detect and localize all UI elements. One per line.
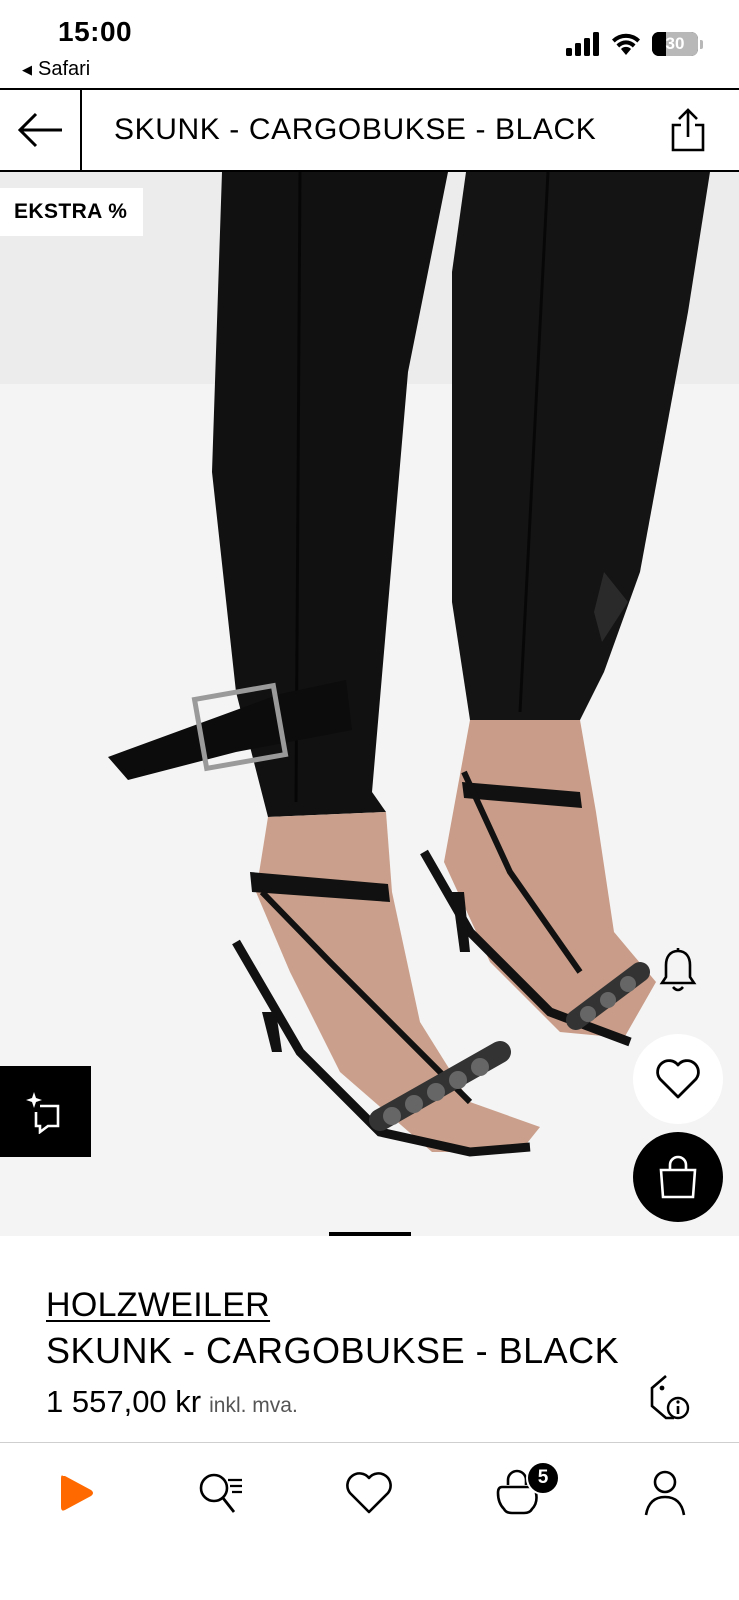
product-info: HOLZWEILER SKUNK - CARGOBUKSE - BLACK 1 … xyxy=(0,1236,739,1442)
product-image-gallery[interactable]: EKSTRA % xyxy=(0,172,739,1236)
cellular-signal-icon xyxy=(566,32,599,56)
search-icon xyxy=(199,1473,242,1513)
sparkle-crop-icon xyxy=(25,1091,59,1134)
bell-icon xyxy=(659,948,697,992)
wishlist-icon xyxy=(346,1472,392,1514)
nav-bag[interactable]: 5 xyxy=(482,1461,560,1521)
price-info-button[interactable] xyxy=(646,1374,692,1420)
status-indicators: 30 xyxy=(566,32,703,56)
product-price: 1 557,00 kr xyxy=(46,1384,202,1419)
heart-icon xyxy=(656,1059,700,1099)
product-header: SKUNK - CARGOBUKSE - BLACK xyxy=(0,88,739,172)
share-icon xyxy=(671,108,705,152)
share-button[interactable] xyxy=(665,104,711,156)
status-bar: 15:00 ◀ Safari 30 xyxy=(0,0,739,88)
add-to-bag-button[interactable] xyxy=(633,1132,723,1222)
home-icon xyxy=(61,1475,93,1511)
price-tag-info-icon xyxy=(650,1375,690,1420)
bottom-navigation: 5 xyxy=(0,1442,739,1600)
back-to-safari[interactable]: ◀ Safari xyxy=(22,58,90,81)
back-button[interactable] xyxy=(0,90,82,170)
product-name: SKUNK - CARGOBUKSE - BLACK xyxy=(46,1330,620,1371)
product-photo xyxy=(0,172,739,1236)
nav-home[interactable] xyxy=(40,1465,110,1521)
bag-icon xyxy=(659,1155,697,1199)
price-row: 1 557,00 kr inkl. mva. xyxy=(46,1384,298,1420)
nav-search[interactable] xyxy=(186,1465,256,1521)
battery-nub xyxy=(700,39,703,49)
brand-link[interactable]: HOLZWEILER xyxy=(46,1286,270,1325)
add-to-wishlist-button[interactable] xyxy=(633,1034,723,1124)
tax-note: inkl. mva. xyxy=(209,1394,298,1417)
discount-badge: EKSTRA % xyxy=(0,188,144,236)
nav-wishlist[interactable] xyxy=(334,1465,404,1521)
nav-profile[interactable] xyxy=(630,1465,700,1521)
page-title: SKUNK - CARGOBUKSE - BLACK xyxy=(114,113,597,146)
battery-icon: 30 xyxy=(652,32,698,56)
back-triangle-icon: ◀ xyxy=(22,61,32,77)
profile-icon xyxy=(644,1470,686,1516)
cart-count-badge: 5 xyxy=(526,1461,560,1495)
back-app-label: Safari xyxy=(38,58,91,80)
status-time: 15:00 xyxy=(58,16,133,47)
wifi-icon xyxy=(612,33,640,55)
arrow-left-icon xyxy=(17,112,62,148)
battery-percent: 30 xyxy=(665,34,685,53)
stock-alert-button[interactable] xyxy=(656,944,700,996)
compare-similar-button[interactable] xyxy=(0,1066,91,1157)
